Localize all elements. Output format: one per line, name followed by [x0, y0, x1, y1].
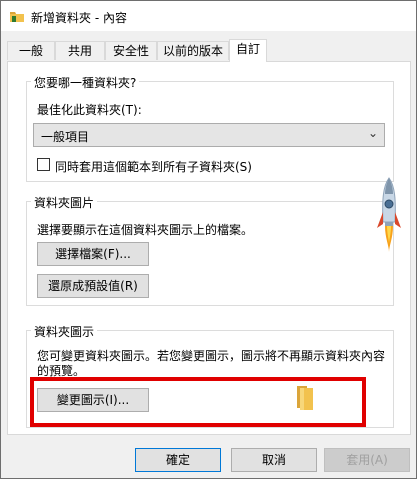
optimize-select[interactable]: 一般項目 ⌄: [33, 123, 385, 147]
restore-default-button[interactable]: 還原成預設值(R): [37, 274, 149, 298]
tab-sharing[interactable]: 共用: [55, 41, 105, 60]
apply-to-subfolders-label[interactable]: 同時套用這個範本到所有子資料夾(S): [55, 158, 252, 175]
window-title: 新增資料夾 - 內容: [31, 11, 127, 25]
folder-icons-group-title: 資料夾圖示: [31, 323, 98, 340]
rocket-picture-icon: [377, 177, 401, 252]
change-icon-button[interactable]: 變更圖示(I)...: [37, 388, 149, 412]
tab-security[interactable]: 安全性: [105, 41, 157, 60]
chevron-down-icon: ⌄: [367, 126, 378, 140]
choose-file-button[interactable]: 選擇檔案(F)...: [37, 242, 149, 266]
folder-pictures-group-title: 資料夾圖片: [31, 194, 98, 211]
tab-general[interactable]: 一般: [7, 41, 55, 60]
properties-dialog: 新增資料夾 - 內容 一般 共用 安全性 以前的版本 自訂 您要哪一種資料夾? …: [0, 0, 417, 479]
optimize-selected-value: 一般項目: [41, 130, 90, 144]
tab-customize[interactable]: 自訂: [229, 39, 267, 62]
folder-icons-group: 資料夾圖示: [26, 323, 394, 428]
cancel-button[interactable]: 取消: [231, 448, 317, 472]
ok-button[interactable]: 確定: [135, 448, 221, 472]
folder-preview-icon: [297, 386, 313, 410]
title-bar[interactable]: 新增資料夾 - 內容: [1, 1, 416, 31]
apply-to-subfolders-checkbox[interactable]: [37, 158, 50, 171]
folder-icon: [10, 12, 24, 22]
optimize-label: 最佳化此資料夾(T):: [37, 103, 142, 117]
folder-pictures-description: 選擇要顯示在這個資料夾圖示上的檔案。: [37, 223, 254, 237]
folder-icons-description-line2: 的預覽。: [37, 364, 86, 378]
apply-button[interactable]: 套用(A): [324, 448, 410, 472]
folder-type-group-title: 您要哪一種資料夾?: [31, 74, 140, 91]
tab-previous-versions[interactable]: 以前的版本: [157, 41, 229, 60]
folder-icons-description-line1: 您可變更資料夾圖示。若您變更圖示，圖示將不再顯示資料夾內容: [37, 349, 386, 363]
